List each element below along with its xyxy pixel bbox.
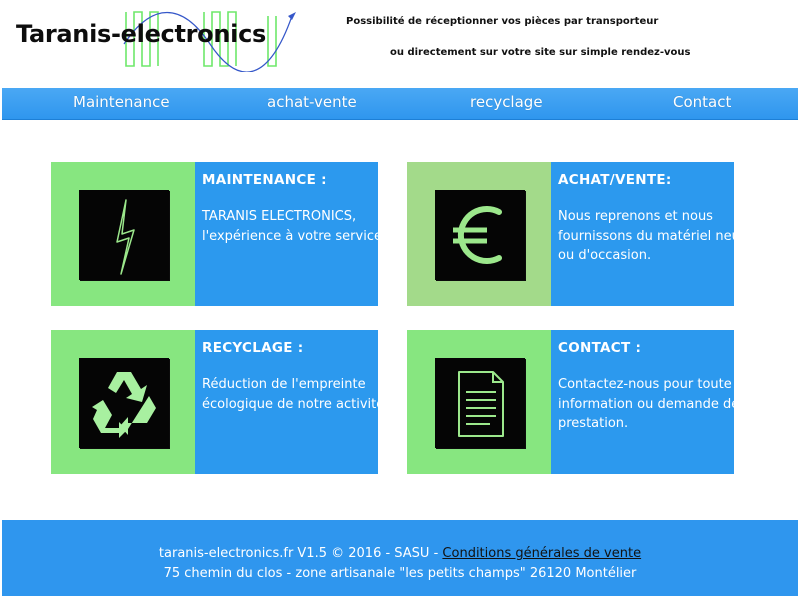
- card-thumb: [407, 330, 551, 474]
- card-thumb: [407, 162, 551, 306]
- card-achat-vente[interactable]: ACHAT/VENTE: Nous reprenons et nous four…: [407, 162, 744, 306]
- site-logo[interactable]: Taranis-electronics: [16, 20, 266, 48]
- card-description: Nous reprenons et nous fournissons du ma…: [558, 209, 745, 263]
- icon-tile: [435, 358, 525, 448]
- site-footer: taranis-electronics.fr V1.5 © 2016 - SAS…: [2, 520, 798, 596]
- card-description: TARANIS ELECTRONICS, l'expérience à votr…: [202, 209, 387, 244]
- card-title: CONTACT :: [558, 340, 642, 356]
- cgv-link[interactable]: Conditions générales de vente: [442, 546, 641, 561]
- card-title: RECYCLAGE :: [202, 340, 304, 356]
- footer-copyright: taranis-electronics.fr V1.5 © 2016 - SAS…: [158, 546, 439, 561]
- nav-item-contact[interactable]: Contact: [673, 88, 731, 119]
- main-nav: Maintenance achat-vente recyclage Contac…: [2, 88, 798, 120]
- icon-tile: [435, 190, 525, 280]
- card-thumb: [51, 162, 195, 306]
- footer-line-1: taranis-electronics.fr V1.5 © 2016 - SAS…: [2, 544, 798, 564]
- card-title: ACHAT/VENTE:: [558, 172, 672, 188]
- card-description: Contactez-nous pour toute information ou…: [558, 377, 740, 431]
- card-recyclage[interactable]: RECYCLAGE : Réduction de l'empreinte éco…: [51, 330, 388, 474]
- site-header: Taranis-electronics Possibilité de récep…: [0, 0, 800, 88]
- card-title: MAINTENANCE :: [202, 172, 327, 188]
- tagline-appointment: ou directement sur votre site sur simple…: [390, 47, 691, 58]
- icon-tile: [79, 190, 169, 280]
- lightning-icon: [116, 199, 135, 275]
- icon-tile: [79, 358, 169, 448]
- recycle-icon: [92, 372, 156, 438]
- tagline-delivery: Possibilité de réceptionner vos pièces p…: [346, 16, 659, 27]
- card-thumb: [51, 330, 195, 474]
- nav-item-achat-vente[interactable]: achat-vente: [267, 88, 357, 119]
- card-maintenance[interactable]: MAINTENANCE : TARANIS ELECTRONICS, l'exp…: [51, 162, 386, 306]
- card-description: Réduction de l'empreinte écologique de n…: [202, 377, 389, 412]
- nav-item-maintenance[interactable]: Maintenance: [73, 88, 170, 119]
- document-icon: [458, 371, 504, 437]
- euro-icon: [453, 206, 502, 264]
- card-contact[interactable]: CONTACT : Contactez-nous pour toute info…: [407, 330, 739, 474]
- nav-item-recyclage[interactable]: recyclage: [470, 88, 543, 119]
- footer-address: 75 chemin du clos - zone artisanale "les…: [163, 565, 637, 581]
